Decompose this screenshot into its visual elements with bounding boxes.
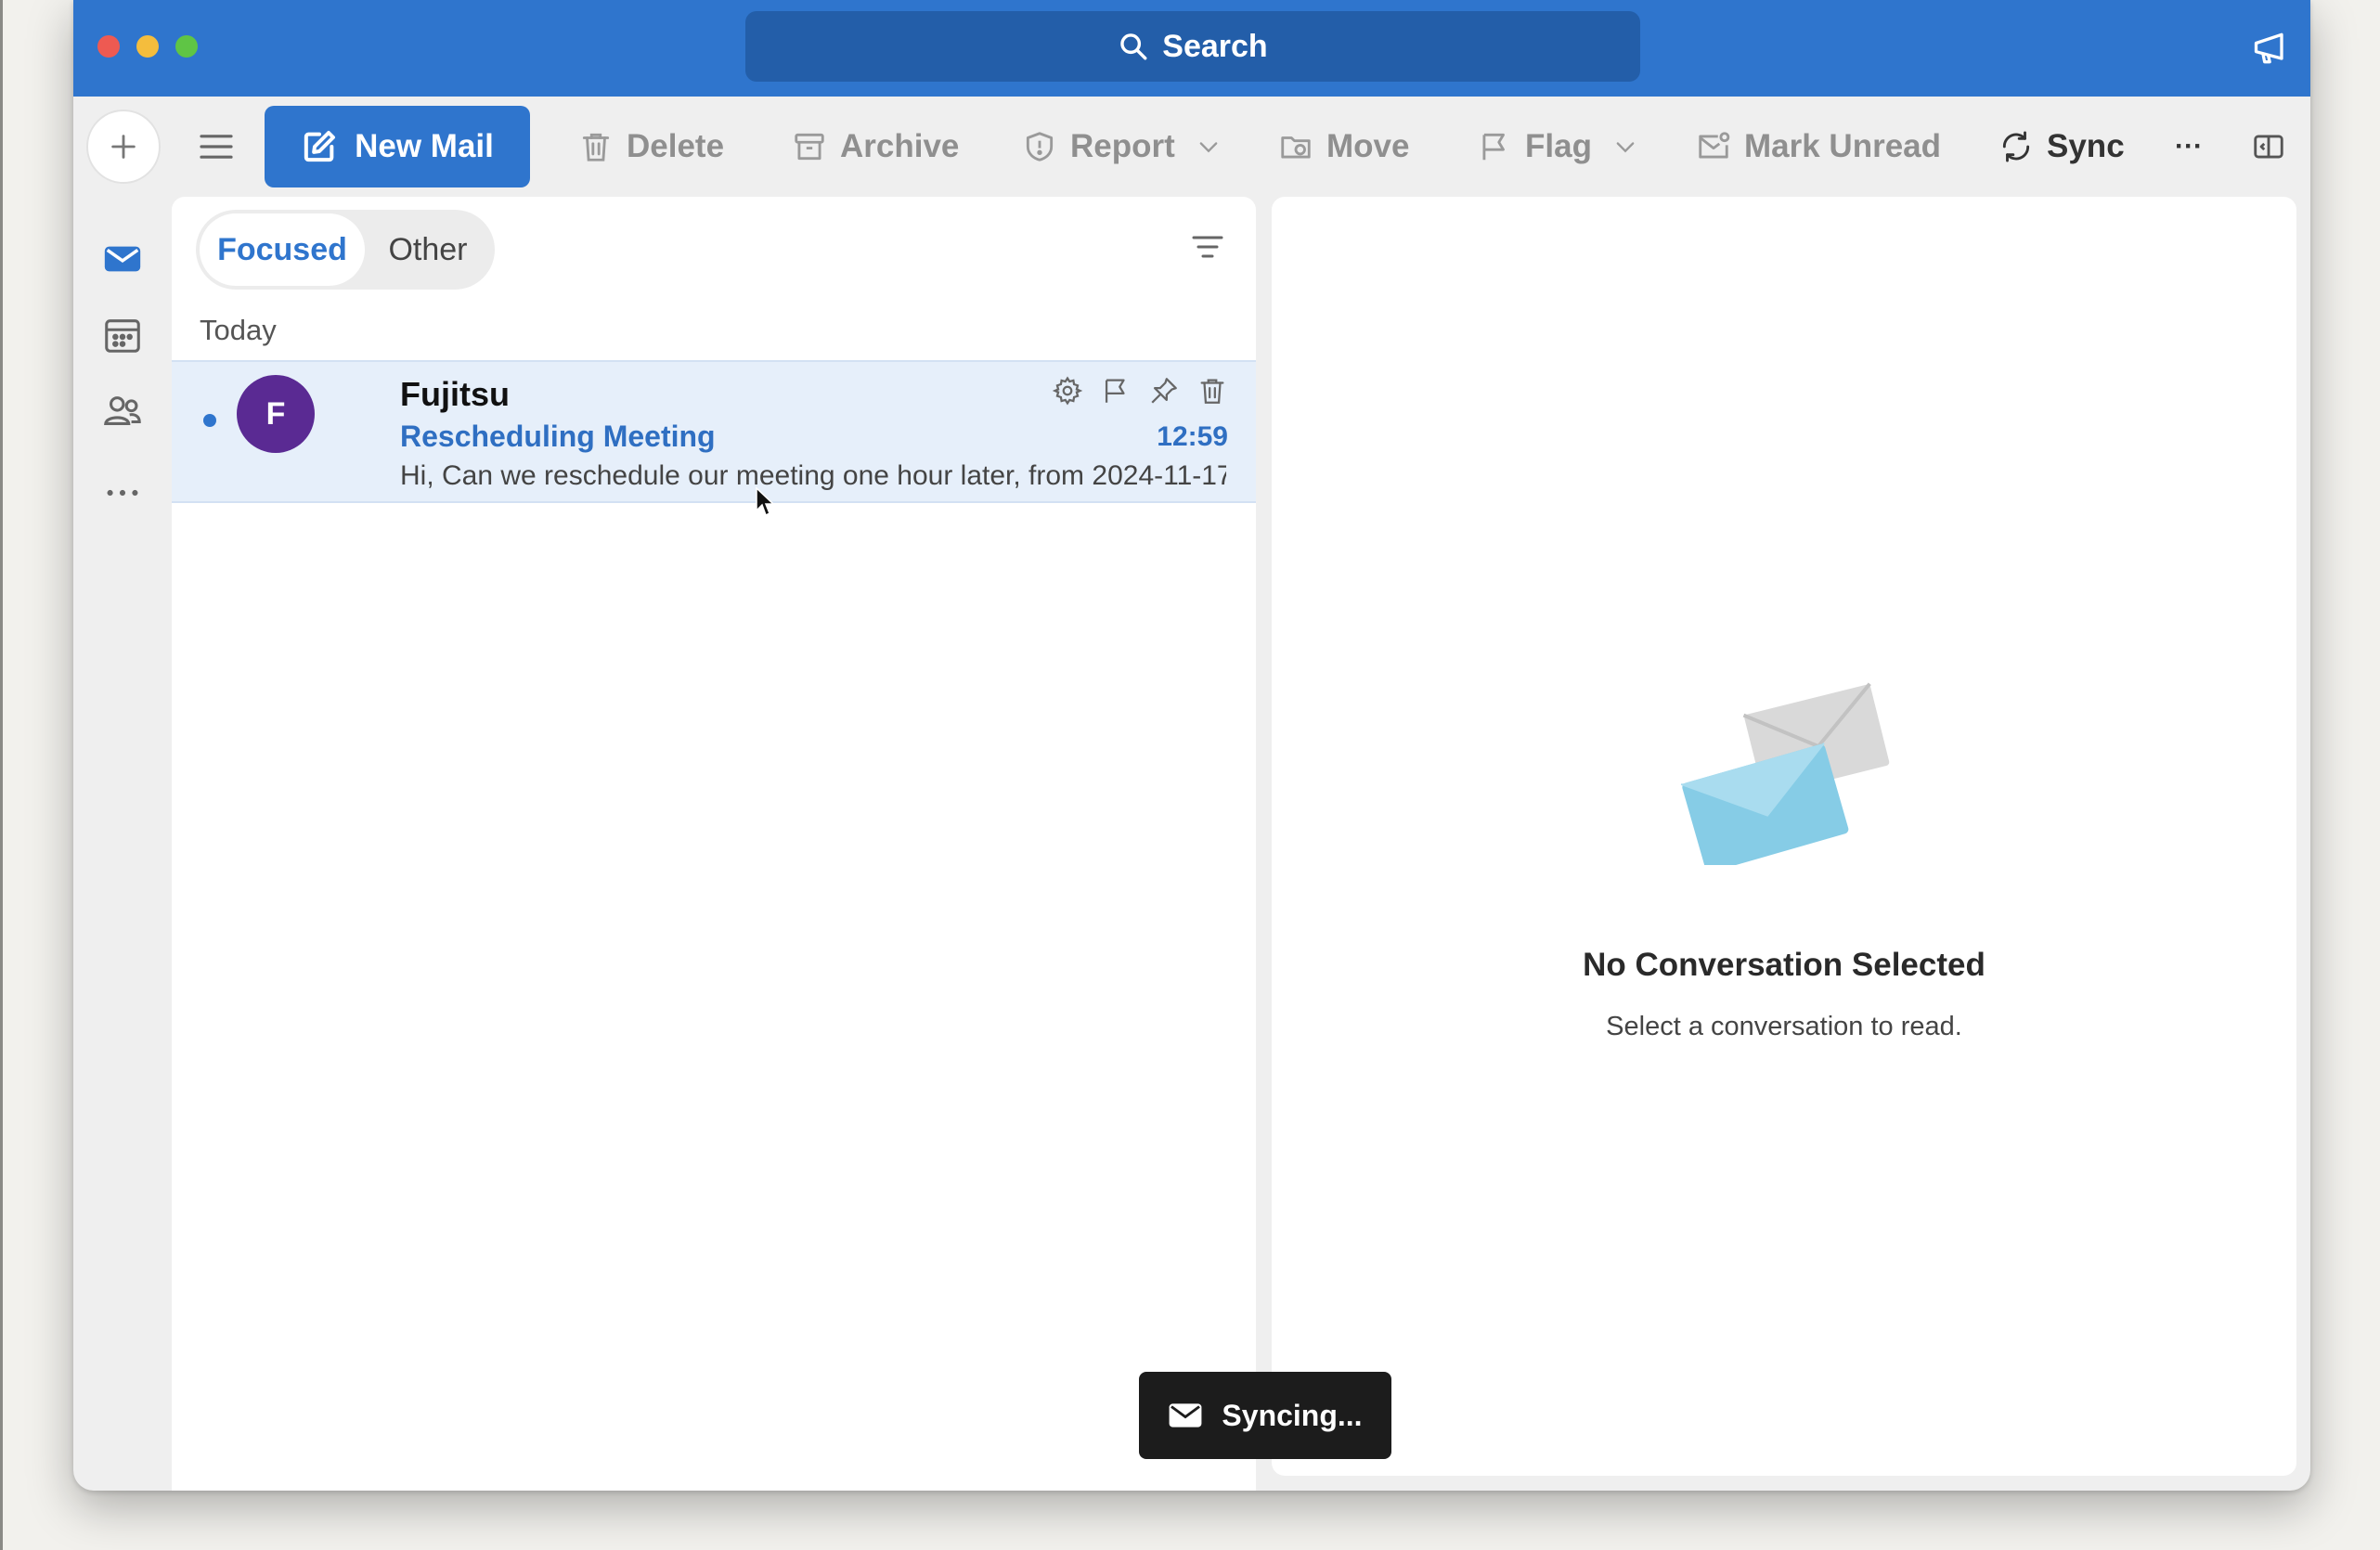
calendar-icon[interactable]: [101, 314, 144, 356]
app-rail: [73, 195, 171, 1491]
report-label: Report: [1070, 128, 1175, 164]
feedback-megaphone-icon[interactable]: [2251, 28, 2292, 69]
empty-state-title: No Conversation Selected: [1583, 947, 1985, 983]
add-account-button[interactable]: [86, 110, 161, 184]
flag-label: Flag: [1525, 128, 1592, 164]
flag-icon[interactable]: [1100, 375, 1132, 407]
move-button[interactable]: Move: [1278, 121, 1409, 173]
mail-icon[interactable]: [101, 238, 144, 280]
more-apps-icon[interactable]: [101, 471, 144, 514]
reading-pane: No Conversation Selected Select a conver…: [1272, 197, 2296, 1476]
mark-unread-button[interactable]: Mark Unread: [1696, 121, 1941, 173]
pin-icon[interactable]: [1148, 375, 1180, 407]
message-list-pane: Focused Other Today F Fujitsu Rescheduli…: [172, 197, 1256, 1491]
trash-icon[interactable]: [1196, 375, 1228, 407]
toast-text: Syncing...: [1222, 1398, 1363, 1432]
flag-icon: [1482, 133, 1505, 161]
report-button[interactable]: Report: [1022, 121, 1222, 173]
sync-icon: [2002, 131, 2030, 162]
search-icon: [1120, 33, 1147, 60]
sidebar-toggle-icon[interactable]: [198, 132, 235, 161]
unread-indicator: [203, 414, 216, 427]
move-label: Move: [1326, 128, 1410, 164]
sync-label: Sync: [2047, 128, 2125, 164]
tab-focused[interactable]: Focused: [200, 213, 365, 286]
desktop-edge: [0, 0, 3, 1550]
search-label: Search: [1162, 28, 1268, 64]
mark-unread-label: Mark Unread: [1744, 128, 1942, 164]
compose-icon: [304, 131, 336, 162]
delete-label: Delete: [627, 128, 725, 164]
panel-layout-icon: [2254, 135, 2283, 159]
date-group-header: Today: [200, 314, 277, 346]
zoom-window-button[interactable]: [175, 35, 198, 58]
command-toolbar: New Mail Delete Archive Report Move Flag…: [73, 97, 2310, 195]
sender-name: Fujitsu: [400, 375, 510, 413]
gear-icon[interactable]: [1052, 375, 1083, 407]
outlook-window: Search New Mail Delete Archive Report Mo…: [73, 0, 2310, 1491]
title-bar: Search: [73, 0, 2310, 97]
archive-label: Archive: [840, 128, 960, 164]
trash-icon: [582, 133, 610, 161]
flag-button[interactable]: Flag: [1477, 121, 1638, 173]
message-row[interactable]: F Fujitsu Rescheduling Meeting Hi, Can w…: [172, 360, 1256, 503]
close-window-button[interactable]: [97, 35, 120, 58]
archive-icon: [795, 133, 824, 161]
new-mail-button[interactable]: New Mail: [265, 106, 530, 187]
message-preview: Hi, Can we reschedule our meeting one ho…: [400, 460, 1226, 491]
message-subject: Rescheduling Meeting: [400, 420, 716, 453]
mail-unread-icon: [1699, 132, 1730, 159]
syncing-toast: Syncing...: [1139, 1372, 1391, 1459]
row-quick-actions: [1052, 375, 1228, 407]
delete-button[interactable]: Delete: [578, 121, 724, 173]
new-mail-label: New Mail: [355, 128, 494, 164]
more-label: ···: [2175, 131, 2203, 161]
envelopes-illustration-icon: [1680, 682, 1890, 865]
sync-button[interactable]: Sync: [1998, 121, 2125, 173]
people-icon[interactable]: [101, 390, 144, 433]
reading-pane-toggle-button[interactable]: [2251, 121, 2286, 173]
mail-icon: [1170, 1403, 1202, 1427]
more-actions-button[interactable]: ···: [2175, 121, 2203, 173]
sender-avatar: F: [237, 375, 315, 453]
minimize-window-button[interactable]: [136, 35, 159, 58]
message-time: 12:59: [1157, 421, 1228, 452]
tab-other[interactable]: Other: [365, 213, 491, 286]
folder-move-icon: [1281, 136, 1311, 159]
mouse-cursor-icon: [756, 486, 775, 517]
shield-icon: [1026, 132, 1054, 161]
chevron-down-icon[interactable]: [1612, 134, 1638, 160]
filter-icon[interactable]: [1189, 230, 1226, 264]
plus-icon: [111, 135, 136, 159]
empty-state-subtitle: Select a conversation to read.: [1606, 1012, 1962, 1041]
search-bar[interactable]: Search: [745, 11, 1640, 82]
focused-other-switch: Focused Other: [196, 210, 495, 290]
chevron-down-icon[interactable]: [1196, 134, 1222, 160]
archive-button[interactable]: Archive: [792, 121, 959, 173]
